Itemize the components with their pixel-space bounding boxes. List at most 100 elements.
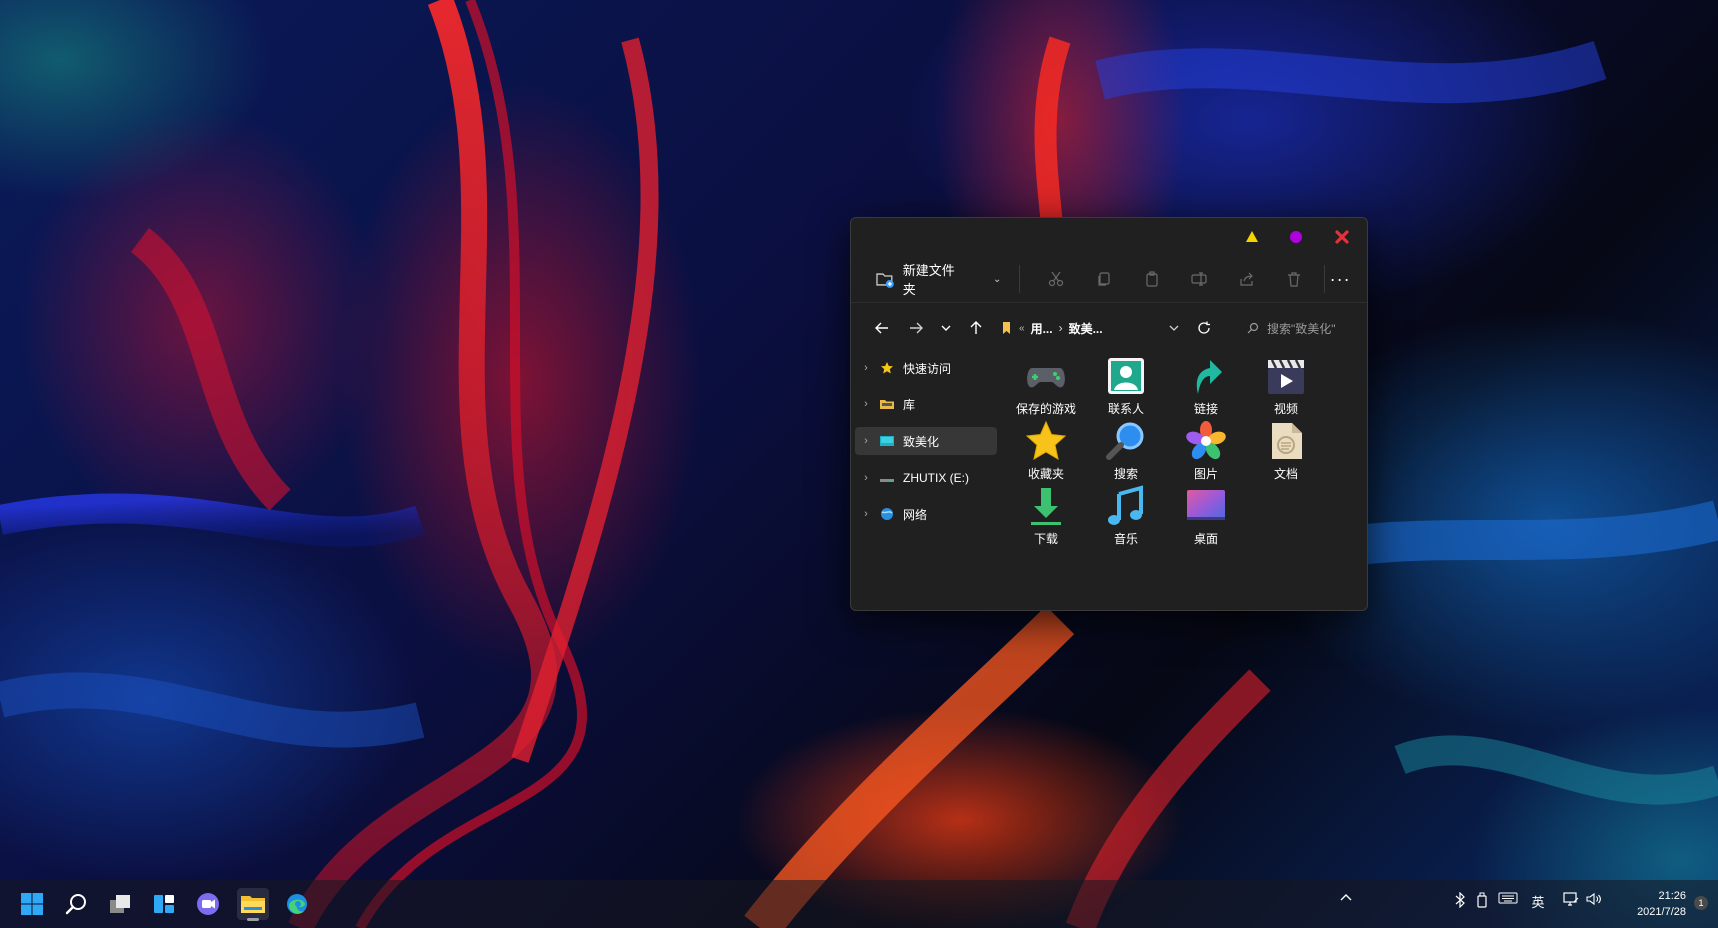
delete-button[interactable]	[1271, 264, 1319, 294]
tray-bluetooth-button[interactable]	[1452, 892, 1468, 908]
network-monitor-icon	[1563, 892, 1579, 906]
folder-label: 保存的游戏	[1015, 402, 1076, 416]
teams-chat-icon	[197, 893, 219, 915]
nav-item-zhimeihua[interactable]: › 致美化	[855, 427, 997, 455]
chevron-down-icon[interactable]: ⌄	[993, 274, 1001, 285]
arrow-left-icon	[875, 322, 888, 334]
clock-date: 2021/7/28	[1637, 906, 1686, 918]
chat-button[interactable]	[192, 888, 224, 920]
chevron-down-icon	[1169, 325, 1179, 331]
arrow-right-icon	[910, 322, 923, 334]
nav-item-quick-access[interactable]: › 快速访问	[855, 354, 997, 382]
notification-count-badge[interactable]: 1	[1694, 896, 1708, 910]
edge-browser-button[interactable]	[281, 888, 313, 920]
folder-label: 桌面	[1193, 532, 1218, 546]
share-button[interactable]	[1223, 264, 1271, 294]
folder-label: 文档	[1273, 467, 1298, 481]
rename-button[interactable]	[1175, 264, 1223, 294]
divider	[1019, 265, 1021, 293]
more-options-button[interactable]: ···	[1325, 269, 1355, 290]
circle-icon	[1290, 231, 1302, 243]
folder-saved-games[interactable]: 保存的游戏	[1005, 352, 1087, 418]
breadcrumb-item-users[interactable]: 用...	[1031, 320, 1053, 337]
paste-button[interactable]	[1128, 264, 1176, 294]
folder-documents[interactable]: 文档	[1245, 417, 1327, 483]
ime-language-button[interactable]: 英	[1529, 892, 1547, 911]
folder-icon	[241, 896, 265, 913]
contacts-icon	[1102, 352, 1150, 400]
widgets-button[interactable]	[148, 888, 180, 920]
forward-button[interactable]	[899, 313, 933, 343]
trash-icon	[1288, 272, 1301, 287]
expand-chevron-icon[interactable]: ›	[855, 435, 877, 447]
breadcrumb-overflow[interactable]: «	[1019, 323, 1025, 334]
search-magnifier-icon	[1102, 417, 1150, 465]
task-view-icon	[110, 895, 130, 913]
search-placeholder: 搜索"致美化"	[1267, 321, 1336, 336]
task-view-button[interactable]	[104, 888, 136, 920]
recent-locations-button[interactable]	[933, 313, 959, 343]
file-explorer-taskbar-button[interactable]	[237, 888, 269, 921]
start-button[interactable]	[16, 888, 48, 920]
folder-videos[interactable]: 视频	[1245, 352, 1327, 418]
video-clapper-icon	[1262, 352, 1310, 400]
minimize-button[interactable]	[1243, 228, 1261, 246]
expand-chevron-icon[interactable]: ›	[855, 398, 877, 410]
tray-network-button[interactable]	[1562, 892, 1580, 906]
speaker-icon	[1586, 892, 1601, 906]
nav-item-network[interactable]: › 网络	[855, 500, 997, 528]
search-icon	[1247, 322, 1259, 334]
folder-contacts[interactable]: 联系人	[1085, 352, 1167, 418]
folder-label: 链接	[1193, 402, 1218, 416]
folder-links[interactable]: 链接	[1165, 352, 1247, 418]
new-folder-label: 新建文件夹	[902, 263, 955, 297]
rename-icon	[1191, 272, 1207, 286]
back-button[interactable]	[865, 313, 899, 343]
cut-button[interactable]	[1032, 264, 1080, 294]
explorer-body: › 快速访问 › 库 › 致美化 › ZHUTIX (E:) › 网络 保存的游…	[851, 354, 1367, 610]
folder-music[interactable]: 音乐	[1085, 482, 1167, 548]
new-folder-button[interactable]: 新建文件夹 ⌄	[875, 260, 1001, 298]
expand-chevron-icon[interactable]: ›	[855, 362, 877, 374]
breadcrumb-item-current[interactable]: 致美...	[1069, 320, 1103, 337]
tray-keyboard-button[interactable]	[1497, 892, 1519, 904]
clock[interactable]: 21:26 2021/7/28	[1610, 888, 1686, 920]
folder-bookmark-icon	[1003, 322, 1010, 334]
nav-item-label: 库	[903, 397, 916, 412]
breadcrumb: « 用... › 致美...	[1001, 320, 1161, 337]
folder-desktop[interactable]: 桌面	[1165, 482, 1247, 548]
pictures-icon	[1182, 417, 1230, 465]
drive-icon	[877, 470, 897, 486]
folder-label: 收藏夹	[1027, 467, 1064, 481]
show-hidden-icons-button[interactable]	[1336, 892, 1356, 902]
nav-item-drive-e[interactable]: › ZHUTIX (E:)	[855, 464, 997, 492]
nav-item-libraries[interactable]: › 库	[855, 390, 997, 418]
copy-button[interactable]	[1080, 264, 1128, 294]
refresh-button[interactable]	[1187, 313, 1221, 343]
maximize-button[interactable]	[1287, 228, 1305, 246]
address-history-button[interactable]	[1161, 313, 1187, 343]
bluetooth-icon	[1455, 892, 1465, 908]
nav-item-label: 快速访问	[903, 361, 952, 376]
tray-usb-button[interactable]	[1474, 892, 1490, 908]
folder-favorites[interactable]: 收藏夹	[1005, 417, 1087, 483]
triangle-icon	[1246, 231, 1258, 242]
close-button[interactable]	[1333, 228, 1351, 246]
search-button[interactable]	[60, 888, 92, 920]
folder-downloads[interactable]: 下载	[1005, 482, 1087, 548]
address-bar: « 用... › 致美... 搜索"致美化"	[851, 303, 1367, 353]
close-icon	[1335, 230, 1349, 244]
search-icon	[65, 894, 86, 915]
folder-pictures[interactable]: 图片	[1165, 417, 1247, 483]
expand-chevron-icon[interactable]: ›	[855, 508, 877, 520]
favorites-star-icon	[1022, 417, 1070, 465]
expand-chevron-icon[interactable]: ›	[855, 472, 877, 484]
network-icon	[877, 506, 897, 522]
edge-icon	[287, 894, 307, 914]
folder-label: 下载	[1033, 532, 1058, 546]
desktop-icon	[1182, 482, 1230, 530]
folder-searches[interactable]: 搜索	[1085, 417, 1167, 483]
search-input[interactable]: 搜索"致美化"	[1247, 320, 1357, 337]
tray-volume-button[interactable]	[1585, 892, 1603, 906]
up-button[interactable]	[959, 313, 993, 343]
